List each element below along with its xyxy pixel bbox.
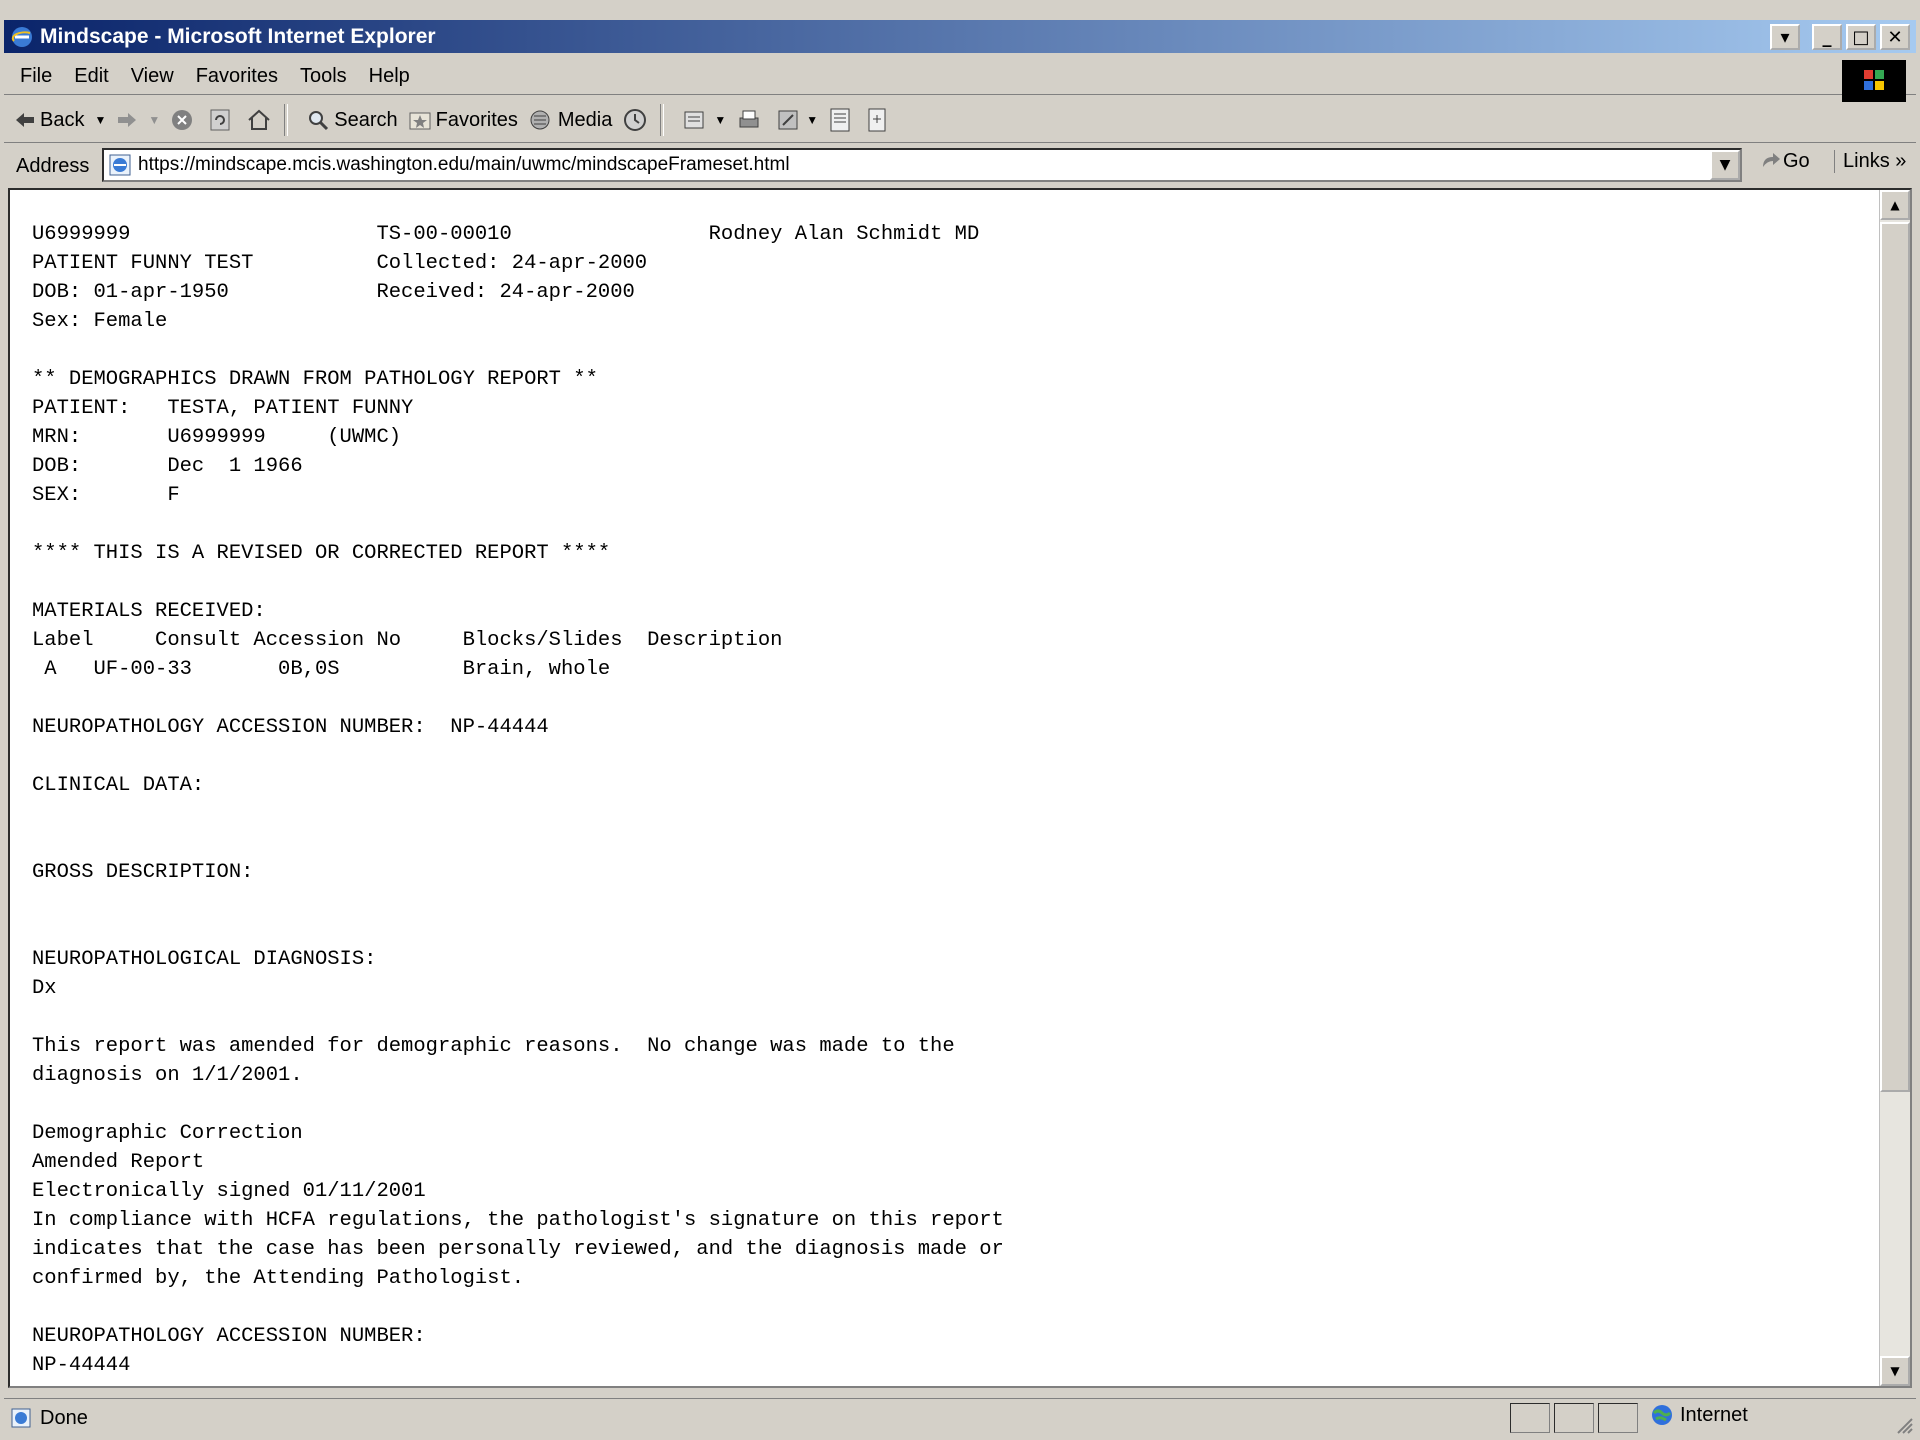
security-zone: Internet bbox=[1650, 1403, 1748, 1427]
window-title: Mindscape - Microsoft Internet Explorer bbox=[40, 24, 436, 48]
menu-favorites[interactable]: Favorites bbox=[196, 65, 278, 88]
resize-grip-icon[interactable] bbox=[1894, 1415, 1914, 1435]
back-button[interactable]: Back ▼ bbox=[14, 109, 106, 132]
windows-flag-icon bbox=[1842, 60, 1906, 102]
pathology-report-text: U6999999 TS-00-00010 Rodney Alan Schmidt… bbox=[32, 223, 1004, 1377]
history-button[interactable] bbox=[622, 107, 652, 133]
back-label: Back bbox=[40, 108, 85, 131]
scroll-thumb[interactable] bbox=[1880, 222, 1910, 1092]
print-icon bbox=[739, 110, 759, 128]
discuss-icon bbox=[830, 108, 850, 132]
menu-file[interactable]: File bbox=[20, 65, 52, 88]
refresh-icon bbox=[210, 109, 230, 131]
stop-button[interactable] bbox=[170, 108, 198, 132]
search-label: Search bbox=[334, 108, 398, 131]
address-bar: Address https://mindscape.mcis.washingto… bbox=[4, 146, 1916, 186]
media-icon bbox=[530, 110, 550, 130]
stop-icon bbox=[172, 110, 193, 130]
menu-edit[interactable]: Edit bbox=[74, 65, 108, 88]
mail-button[interactable]: ▼ bbox=[682, 108, 726, 132]
go-arrow-icon bbox=[1763, 152, 1780, 167]
back-arrow-icon bbox=[16, 113, 34, 127]
page-content: U6999999 TS-00-00010 Rodney Alan Schmidt… bbox=[8, 188, 1912, 1388]
edit-page-icon bbox=[778, 110, 798, 130]
history-icon bbox=[624, 109, 647, 131]
back-dropdown-icon[interactable]: ▼ bbox=[94, 113, 106, 127]
status-panel bbox=[1510, 1403, 1550, 1433]
menu-help[interactable]: Help bbox=[369, 65, 410, 88]
links-label: Links bbox=[1843, 150, 1890, 172]
page-done-icon bbox=[11, 1408, 31, 1428]
address-url: https://mindscape.mcis.washington.edu/ma… bbox=[138, 154, 790, 175]
status-panel bbox=[1598, 1403, 1638, 1433]
address-label: Address bbox=[16, 154, 90, 177]
edit-button[interactable]: ▼ bbox=[776, 108, 818, 132]
status-text: Done bbox=[40, 1406, 88, 1429]
edit-dropdown-icon[interactable]: ▼ bbox=[806, 113, 818, 127]
scroll-up-button[interactable]: ▲ bbox=[1880, 190, 1910, 220]
page-icon bbox=[109, 154, 131, 176]
vertical-scrollbar[interactable]: ▲ ▼ bbox=[1879, 190, 1910, 1386]
messenger-icon bbox=[868, 108, 886, 132]
address-input[interactable]: https://mindscape.mcis.washington.edu/ma… bbox=[102, 148, 1742, 182]
title-bar[interactable]: Mindscape - Microsoft Internet Explorer … bbox=[4, 20, 1916, 53]
close-button[interactable]: ✕ bbox=[1880, 24, 1910, 50]
browser-window: Mindscape - Microsoft Internet Explorer … bbox=[0, 0, 1920, 1440]
go-button[interactable]: Go bbox=[1759, 150, 1810, 173]
system-menu-button[interactable]: ▾ bbox=[1770, 24, 1800, 50]
print-button[interactable] bbox=[736, 108, 766, 132]
forward-arrow-icon bbox=[118, 113, 137, 127]
forward-dropdown-icon[interactable]: ▼ bbox=[148, 113, 160, 127]
toolbar-separator bbox=[660, 104, 665, 136]
maximize-button[interactable]: □ bbox=[1846, 24, 1876, 50]
search-icon bbox=[309, 111, 329, 131]
menu-bar: File Edit View Favorites Tools Help bbox=[4, 58, 1916, 102]
refresh-button[interactable] bbox=[208, 108, 236, 132]
mail-icon bbox=[684, 111, 704, 129]
favorites-button[interactable]: Favorites bbox=[408, 109, 518, 132]
scroll-down-button[interactable]: ▼ bbox=[1880, 1356, 1910, 1386]
globe-icon bbox=[1652, 1405, 1672, 1425]
zone-label: Internet bbox=[1680, 1403, 1748, 1426]
search-button[interactable]: Search bbox=[306, 108, 398, 132]
messenger-button[interactable] bbox=[866, 107, 892, 133]
status-panel bbox=[1554, 1403, 1594, 1433]
mail-dropdown-icon[interactable]: ▼ bbox=[714, 113, 726, 127]
home-icon bbox=[248, 109, 270, 130]
menu-view[interactable]: View bbox=[131, 65, 174, 88]
favorites-star-icon bbox=[409, 112, 431, 130]
menu-tools[interactable]: Tools bbox=[300, 65, 347, 88]
go-label: Go bbox=[1783, 150, 1810, 172]
ie-logo-icon bbox=[11, 26, 32, 47]
minimize-button[interactable]: _ bbox=[1812, 24, 1842, 50]
address-dropdown-button[interactable]: ▼ bbox=[1710, 150, 1740, 180]
discuss-button[interactable] bbox=[828, 107, 856, 133]
home-button[interactable] bbox=[246, 108, 276, 132]
media-label: Media bbox=[557, 108, 613, 131]
favorites-label: Favorites bbox=[435, 108, 518, 131]
media-button[interactable]: Media bbox=[528, 108, 612, 132]
standard-toolbar: Back ▼ ▼ Search Favorites Media ▼ ▼ bbox=[4, 98, 1916, 143]
forward-button[interactable]: ▼ bbox=[116, 111, 160, 129]
title-controls: ▾ _ □ ✕ bbox=[1770, 24, 1910, 50]
toolbar-separator bbox=[284, 104, 289, 136]
links-button[interactable]: Links » bbox=[1834, 150, 1906, 173]
status-bar: Done Internet bbox=[4, 1398, 1916, 1437]
